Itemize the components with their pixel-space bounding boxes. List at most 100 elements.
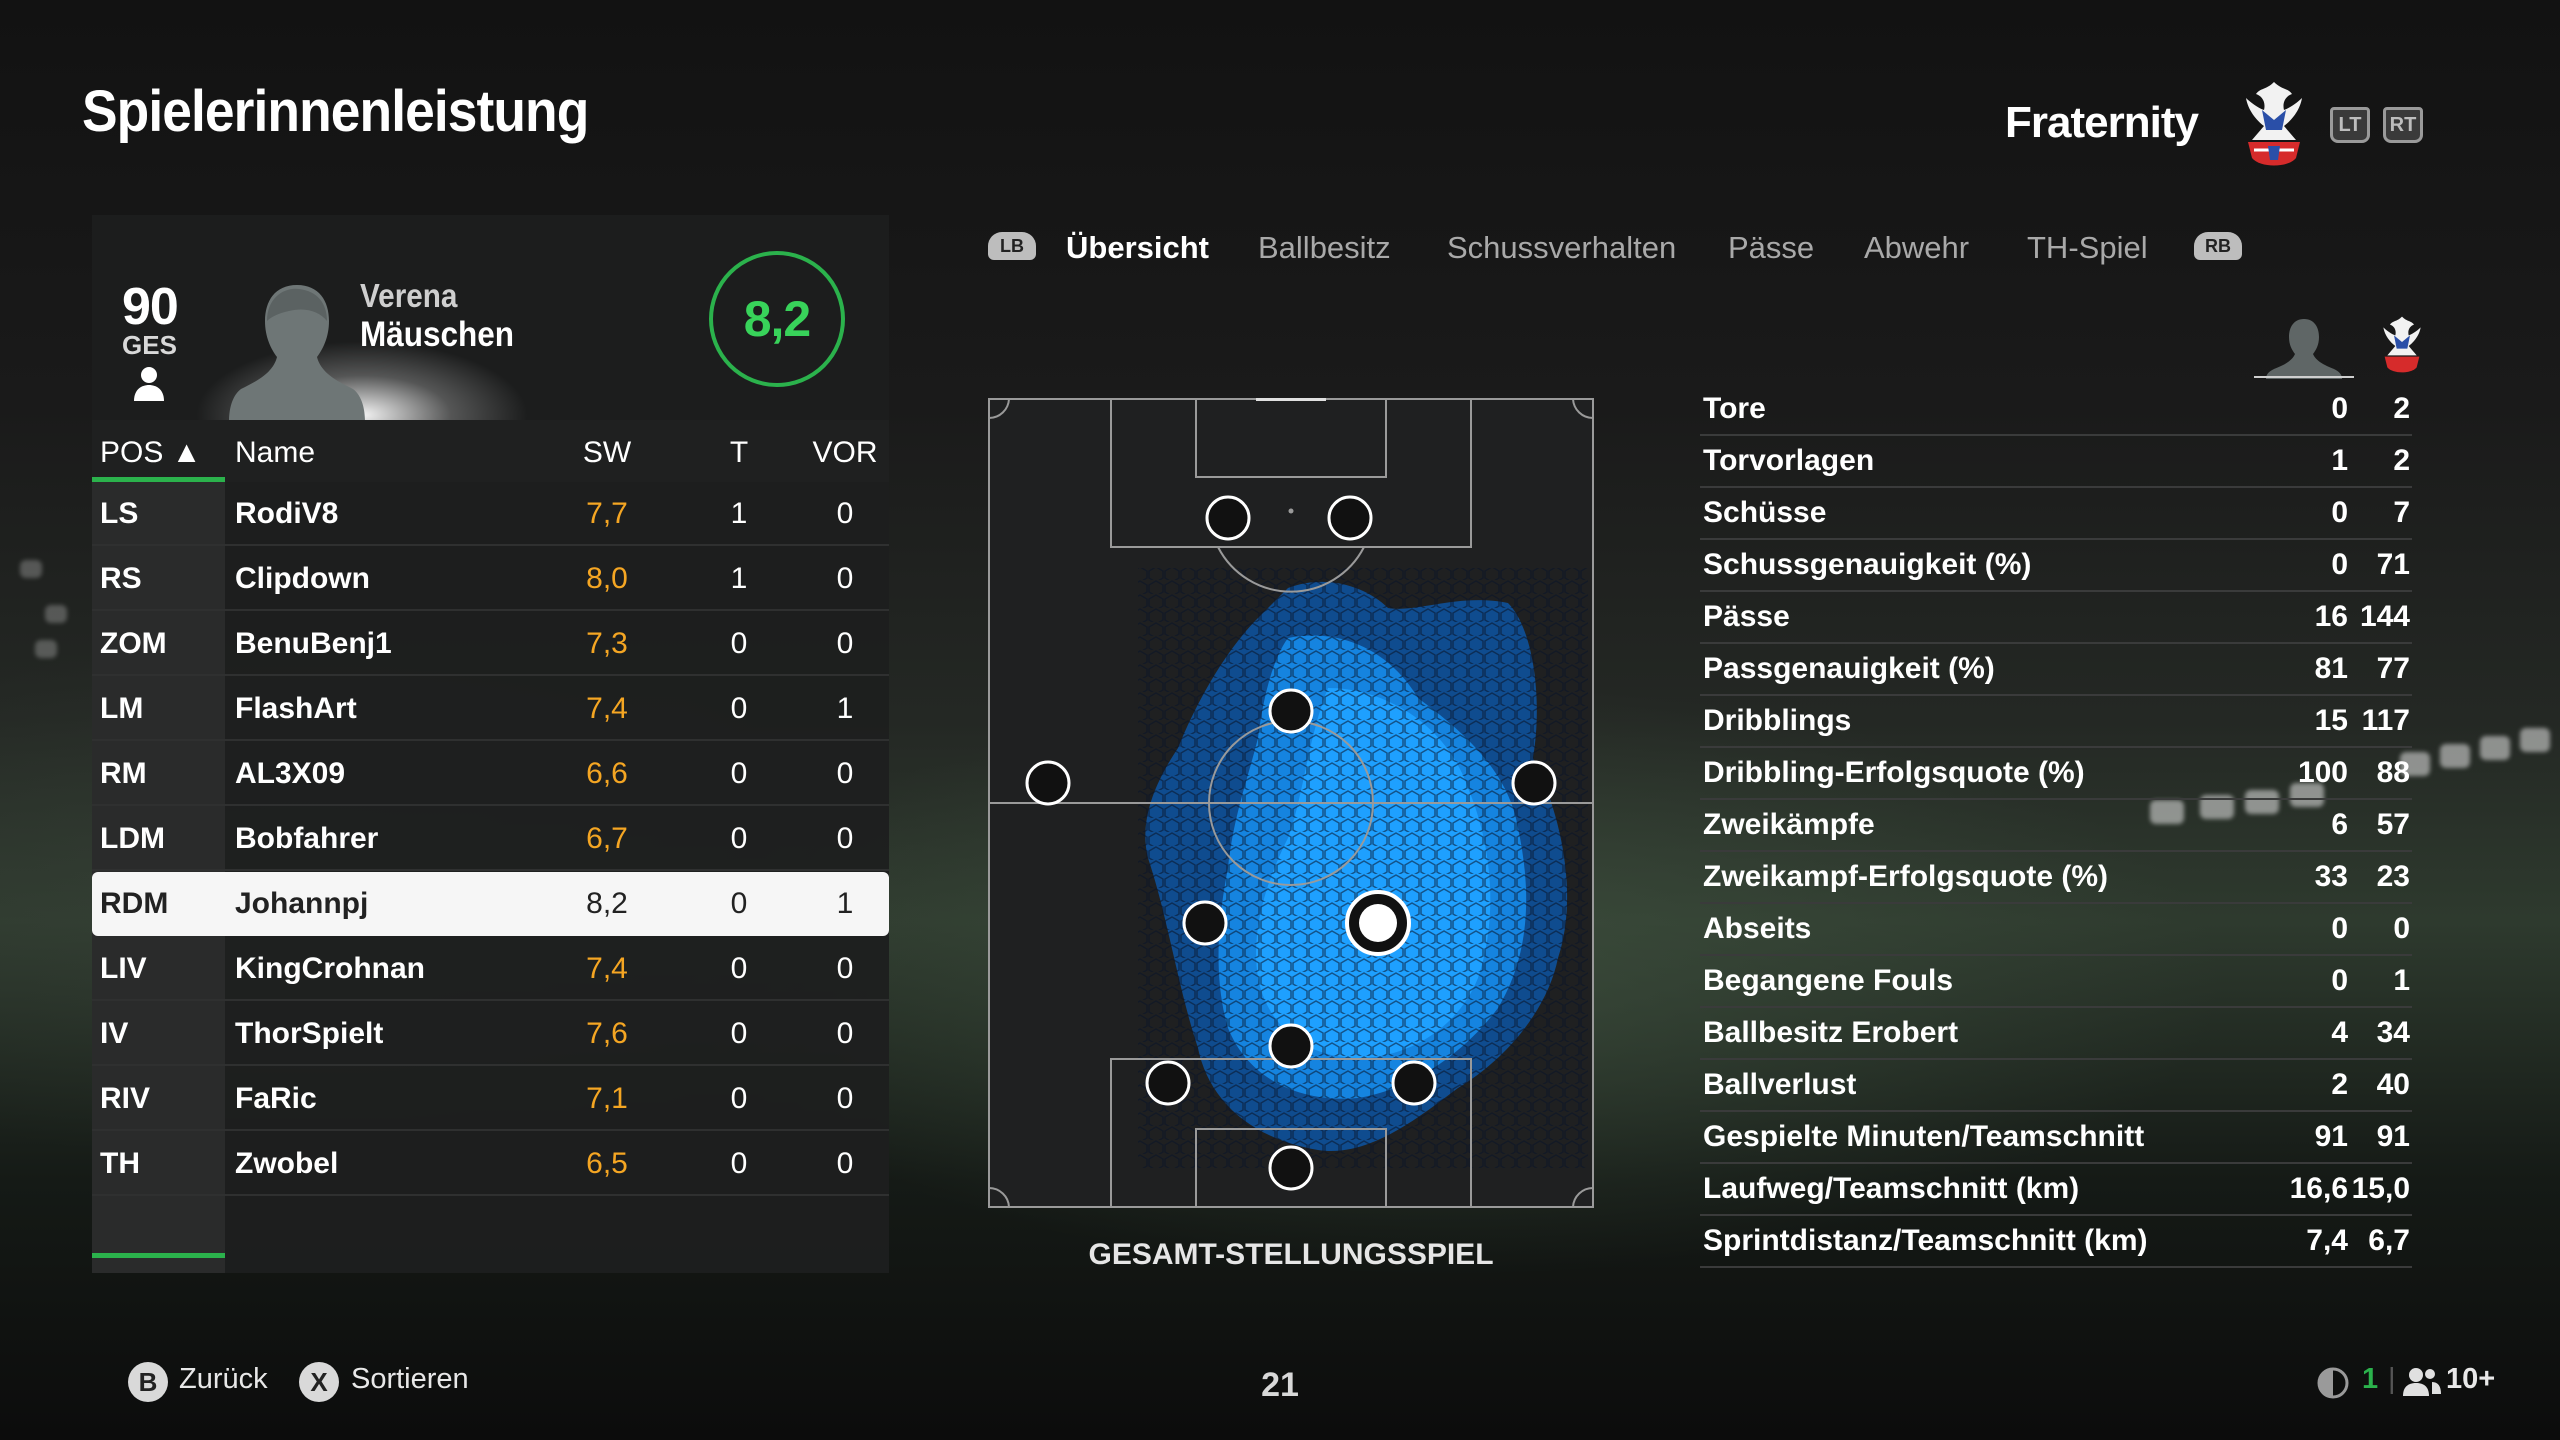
stat-team: 23: [2376, 860, 2410, 893]
table-row[interactable]: RDM Johannpj 8,2 0 1: [92, 872, 889, 936]
stat-team: 7: [2393, 496, 2410, 529]
player-panel: 90 GES Verena Mäuschen 8,2 POS ▲ Name SW…: [92, 215, 889, 1273]
stat-team: 144: [2359, 600, 2410, 633]
sort-label[interactable]: Sortieren: [351, 1363, 469, 1396]
stat-row: Schussgenauigkeit (%) 0 71: [1700, 540, 2412, 592]
back-label[interactable]: Zurück: [179, 1363, 268, 1396]
player-marker-riv: [1391, 1060, 1437, 1106]
row-pos: RM: [100, 757, 147, 790]
stat-player: 0: [2331, 912, 2348, 945]
table-row[interactable]: RS Clipdown 8,0 1 0: [92, 547, 889, 611]
stat-team: 15,0: [2351, 1172, 2410, 1205]
table-row[interactable]: LIV KingCrohnan 7,4 0 0: [92, 937, 889, 1001]
row-vor: 1: [836, 692, 854, 725]
row-pos: LS: [100, 497, 139, 530]
player-marker-rdm-selected: [1345, 890, 1411, 956]
player-overall: 90: [122, 278, 179, 336]
row-vor: 1: [836, 887, 854, 920]
stat-row: Zweikampf-Erfolgsquote (%) 33 23: [1700, 852, 2412, 904]
stat-player: 91: [2314, 1120, 2348, 1153]
table-row[interactable]: IV ThorSpielt 7,6 0 0: [92, 1002, 889, 1066]
team-crest-icon: [2246, 82, 2302, 166]
row-pos: LDM: [100, 822, 165, 855]
stat-row: Ballverlust 2 40: [1700, 1060, 2412, 1112]
stat-row: Zweikämpfe 6 57: [1700, 800, 2412, 852]
row-sw: 7,6: [586, 1017, 628, 1050]
stat-row: Dribblings 15 117: [1700, 696, 2412, 748]
header-t[interactable]: T: [699, 436, 779, 470]
player-rating: 8,2: [709, 251, 845, 387]
tab-abwehr[interactable]: Abwehr: [1864, 230, 1969, 266]
row-name: BenuBenj1: [235, 627, 392, 660]
row-sw: 6,7: [586, 822, 628, 855]
row-sw: 6,5: [586, 1147, 628, 1180]
player-marker-ldm: [1182, 900, 1228, 946]
pitch-caption: GESAMT-STELLUNGSSPIEL: [1088, 1238, 1494, 1271]
stat-row: Begangene Fouls 0 1: [1700, 956, 2412, 1008]
players-count: 10+: [2446, 1363, 2496, 1395]
player-marker-ls: [1205, 495, 1251, 541]
stat-player: 0: [2331, 496, 2348, 529]
stat-label: Ballverlust: [1703, 1068, 1857, 1101]
header-pos[interactable]: POS ▲: [100, 436, 201, 470]
player-marker-liv: [1145, 1060, 1191, 1106]
x-button-icon[interactable]: X: [299, 1362, 339, 1402]
row-sw: 8,2: [586, 887, 628, 920]
stats-table: Tore 0 2 Torvorlagen 1 2 Schüsse 0 7 Schussgenaui…: [1700, 384, 2412, 1268]
stat-label: Schüsse: [1703, 496, 1827, 529]
stat-player: 33: [2314, 860, 2348, 893]
table-row[interactable]: TH Zwobel 6,5 0 0: [92, 1132, 889, 1196]
tab-paesse[interactable]: Pässe: [1728, 230, 1814, 266]
b-button-icon[interactable]: B: [128, 1362, 168, 1402]
header-sw[interactable]: SW: [547, 436, 667, 470]
lb-bumper-button[interactable]: LB: [988, 232, 1036, 260]
table-row[interactable]: RM AL3X09 6,6 0 0: [92, 742, 889, 806]
row-pos: RS: [100, 562, 142, 595]
stat-team: 2: [2393, 392, 2410, 425]
table-row[interactable]: LS RodiV8 7,7 1 0: [92, 482, 889, 546]
tab-schussverhalten[interactable]: Schussverhalten: [1447, 230, 1676, 266]
lt-trigger-button[interactable]: LT: [2330, 107, 2370, 143]
connection-icon: [2317, 1367, 2349, 1399]
row-name: Zwobel: [235, 1147, 339, 1180]
table-row[interactable]: RIV FaRic 7,1 0 0: [92, 1067, 889, 1131]
row-t: 0: [730, 952, 748, 985]
stat-header-underline: [2254, 376, 2354, 378]
stat-team: 0: [2393, 912, 2410, 945]
tab-ballbesitz[interactable]: Ballbesitz: [1258, 230, 1391, 266]
row-vor: 0: [836, 1082, 854, 1115]
row-name: ThorSpielt: [235, 1017, 384, 1050]
row-t: 1: [730, 562, 748, 595]
row-t: 0: [730, 822, 748, 855]
row-pos: LIV: [100, 952, 147, 985]
stat-label: Ballbesitz Erobert: [1703, 1016, 1959, 1049]
row-name: Clipdown: [235, 562, 370, 595]
stat-label: Gespielte Minuten/Teamschnitt: [1703, 1120, 2145, 1153]
table-row[interactable]: ZOM BenuBenj1 7,3 0 0: [92, 612, 889, 676]
player-marker-th: [1268, 1145, 1314, 1191]
row-vor: 0: [836, 562, 854, 595]
row-t: 0: [730, 757, 748, 790]
player-first-name: Verena: [360, 277, 458, 314]
rt-trigger-button[interactable]: RT: [2383, 107, 2423, 143]
stat-row: Tore 0 2: [1700, 384, 2412, 436]
stat-player: 6: [2331, 808, 2348, 841]
stat-team: 34: [2376, 1016, 2410, 1049]
row-t: 0: [730, 627, 748, 660]
list-end-indicator: [92, 1253, 225, 1258]
header-name[interactable]: Name: [235, 436, 315, 470]
header-vor[interactable]: VOR: [805, 436, 885, 470]
rb-bumper-button[interactable]: RB: [2194, 232, 2242, 260]
stat-player: 0: [2331, 548, 2348, 581]
stat-label: Tore: [1703, 392, 1766, 425]
team-name: Fraternity: [2005, 98, 2199, 147]
stat-label: Zweikämpfe: [1703, 808, 1875, 841]
tab-th-spiel[interactable]: TH-Spiel: [2027, 230, 2148, 266]
row-name: AL3X09: [235, 757, 346, 790]
table-row[interactable]: LDM Bobfahrer 6,7 0 0: [92, 807, 889, 871]
table-row[interactable]: LM FlashArt 7,4 0 1: [92, 677, 889, 741]
tab-uebersicht[interactable]: Übersicht: [1066, 230, 1209, 266]
row-vor: 0: [836, 627, 854, 660]
row-vor: 0: [836, 1147, 854, 1180]
stat-row: Schüsse 0 7: [1700, 488, 2412, 540]
